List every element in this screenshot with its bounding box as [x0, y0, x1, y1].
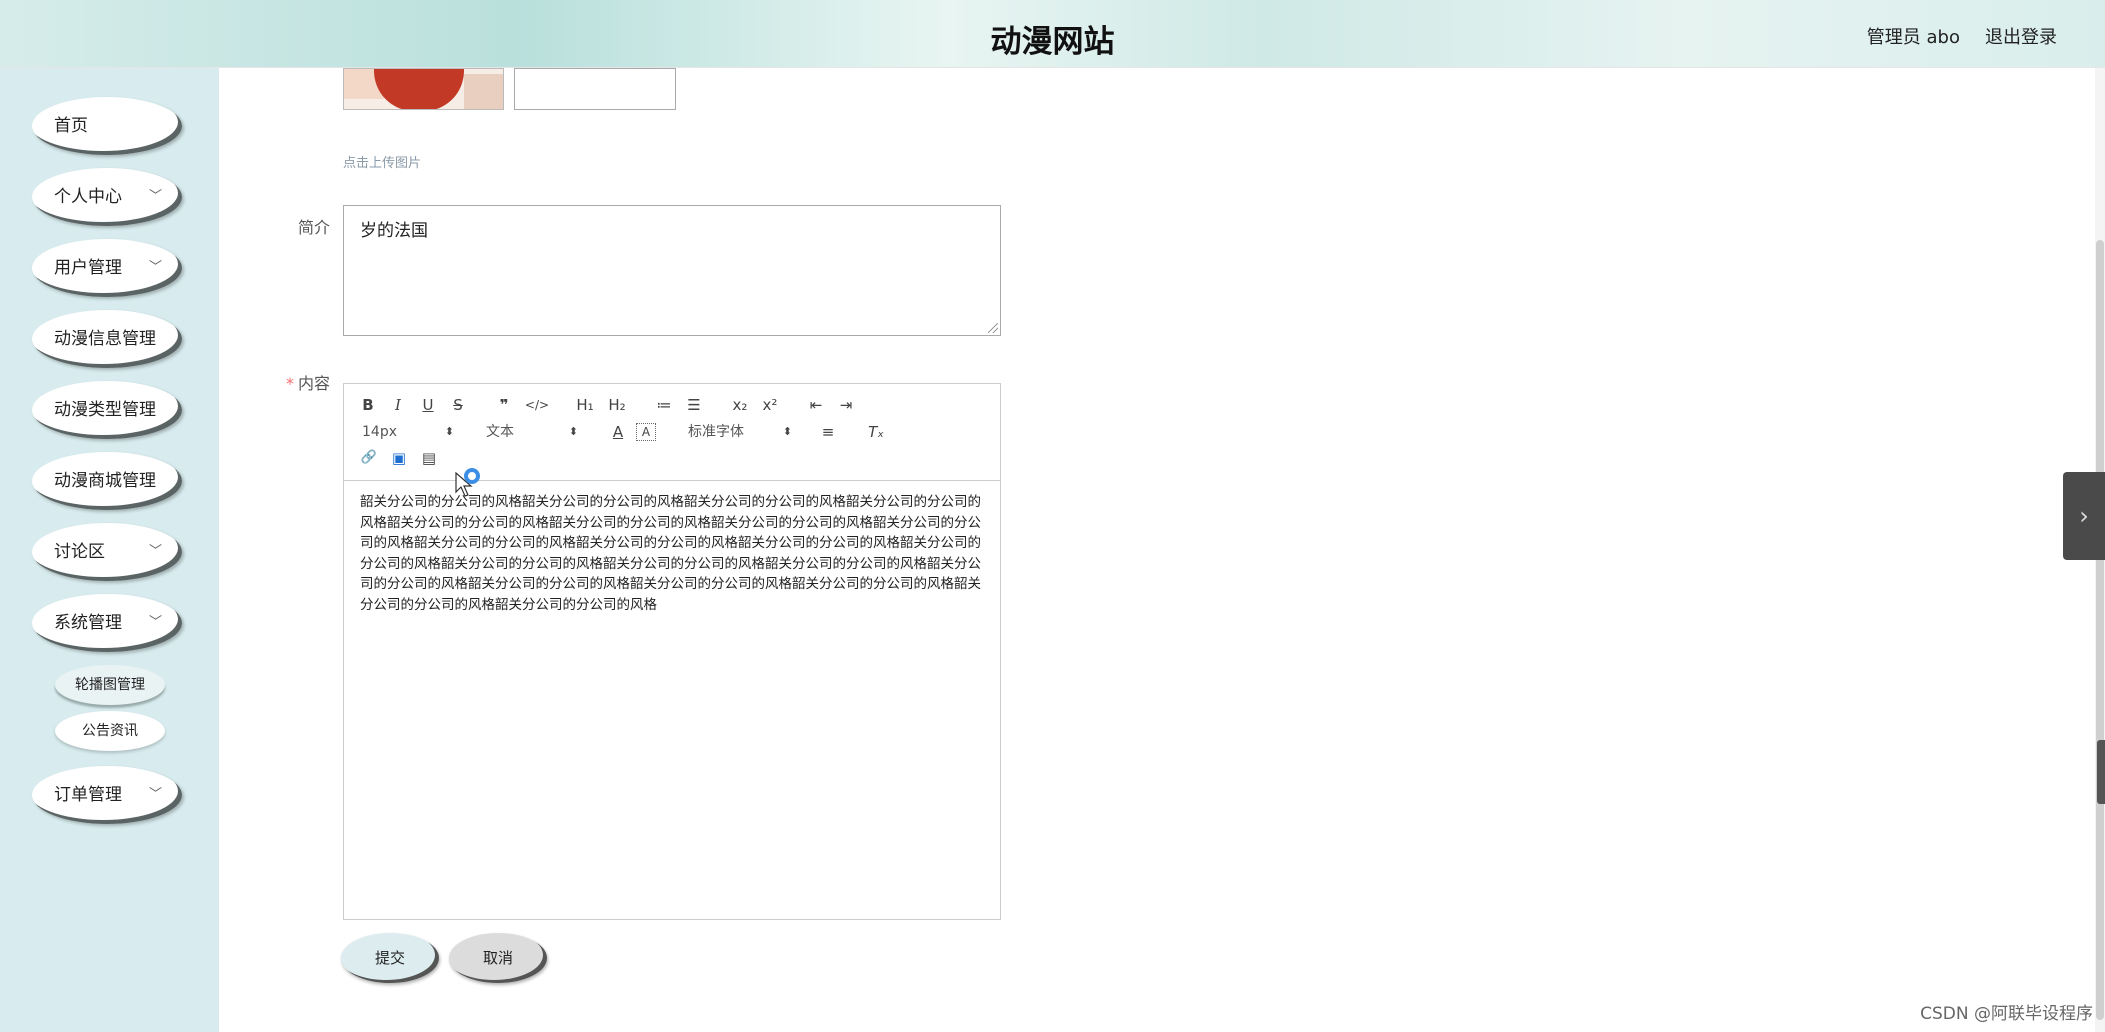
- italic-button[interactable]: I: [388, 394, 408, 416]
- quote-button[interactable]: ❞: [492, 394, 516, 416]
- font-family-value: 标准字体: [688, 424, 744, 440]
- sidebar-item-system-management[interactable]: 系统管理 ﹀: [32, 594, 182, 652]
- outdent-button[interactable]: ⇤: [804, 394, 828, 416]
- format-select[interactable]: 文本 ⬍: [486, 421, 578, 443]
- image-upload-box[interactable]: [514, 68, 676, 110]
- sidebar-item-label: 动漫商城管理: [54, 471, 156, 491]
- current-user: 管理员 abo: [1866, 27, 1960, 48]
- logout-link[interactable]: 退出登录: [1985, 23, 2057, 49]
- thumbnail-art: [374, 69, 464, 109]
- align-button[interactable]: ≡: [816, 421, 840, 443]
- background-color-button[interactable]: A: [636, 423, 656, 441]
- sidebar-subitem-announcement[interactable]: 公告资讯: [55, 711, 165, 751]
- sidebar-subitem-carousel[interactable]: 轮播图管理: [55, 665, 165, 705]
- sidebar-item-label: 用户管理: [54, 258, 122, 278]
- select-arrows-icon: ⬍: [782, 425, 792, 438]
- sidebar-item-personal-center[interactable]: 个人中心 ﹀: [32, 168, 182, 226]
- upload-hint: 点击上传图片: [343, 156, 422, 171]
- sidebar-item-anime-shop[interactable]: 动漫商城管理: [32, 452, 182, 510]
- expand-panel-tab[interactable]: ›: [2063, 472, 2105, 560]
- h2-button[interactable]: H₂: [604, 394, 630, 416]
- select-arrows-icon: ⬍: [444, 425, 454, 438]
- scrollbar-thumb[interactable]: [2096, 240, 2104, 1020]
- chevron-down-icon: ﹀: [148, 189, 162, 204]
- intro-textarea[interactable]: 岁的法国: [343, 205, 1001, 336]
- h1-button[interactable]: H₁: [572, 394, 598, 416]
- thumbnail-art: [464, 74, 503, 109]
- sidebar-item-forum[interactable]: 讨论区 ﹀: [32, 523, 182, 581]
- indent-button[interactable]: ⇥: [834, 394, 858, 416]
- superscript-button[interactable]: x²: [758, 394, 782, 416]
- chevron-down-icon: ﹀: [148, 544, 162, 559]
- code-button[interactable]: </>: [524, 394, 550, 416]
- editor-toolbar: B I U S ❞ </> H₁ H₂ ≔ ☰ x₂ x² ⇤ ⇥ 14px ⬍…: [344, 384, 1000, 481]
- sidebar-item-label: 动漫信息管理: [54, 329, 156, 349]
- uploaded-image-thumbnail[interactable]: [343, 68, 504, 110]
- sidebar-item-home[interactable]: 首页: [32, 97, 182, 155]
- font-family-select[interactable]: 标准字体 ⬍: [688, 421, 792, 443]
- underline-button[interactable]: U: [418, 394, 438, 416]
- bold-button[interactable]: B: [358, 394, 378, 416]
- chevron-down-icon: ﹀: [148, 260, 162, 275]
- intro-value: 岁的法国: [360, 221, 428, 241]
- submit-button[interactable]: 提交: [341, 933, 439, 983]
- chevron-down-icon: ﹀: [148, 787, 162, 802]
- sidebar-item-label: 动漫类型管理: [54, 400, 156, 420]
- loading-spinner-icon: [464, 468, 480, 484]
- font-color-button[interactable]: A: [608, 421, 628, 443]
- format-value: 文本: [486, 424, 514, 440]
- sidebar-item-order-management[interactable]: 订单管理 ﹀: [32, 766, 182, 824]
- sidebar-item-anime-type[interactable]: 动漫类型管理: [32, 381, 182, 439]
- edge-handle[interactable]: [2097, 740, 2105, 804]
- subscript-button[interactable]: x₂: [728, 394, 752, 416]
- strike-button[interactable]: S: [448, 394, 468, 416]
- sidebar-item-label: 首页: [54, 116, 88, 136]
- sidebar: 首页 个人中心 ﹀ 用户管理 ﹀ 动漫信息管理 动漫类型管理 动漫商城管理 讨论…: [0, 68, 219, 1032]
- bullet-list-button[interactable]: ☰: [682, 394, 706, 416]
- sidebar-item-label: 个人中心: [54, 187, 122, 207]
- intro-label: 简介: [297, 218, 330, 237]
- sidebar-item-user-management[interactable]: 用户管理 ﹀: [32, 239, 182, 297]
- site-title: 动漫网站: [990, 24, 1115, 60]
- editor-content[interactable]: 韶关分公司的分公司的风格韶关分公司的分公司的风格韶关分公司的分公司的风格韶关分公…: [360, 492, 990, 615]
- sidebar-item-label: 订单管理: [54, 785, 122, 805]
- link-icon[interactable]: 🔗: [358, 447, 380, 469]
- header: 动漫网站 管理员 abo 退出登录: [0, 0, 2105, 68]
- chevron-down-icon: ﹀: [148, 615, 162, 630]
- watermark: CSDN @阿联毕设程序: [1920, 1004, 2093, 1024]
- sidebar-item-label: 讨论区: [54, 542, 105, 562]
- cancel-button[interactable]: 取消: [449, 933, 547, 983]
- content-label: * 内容: [270, 370, 330, 394]
- sidebar-item-label: 系统管理: [54, 613, 122, 633]
- rich-text-editor: B I U S ❞ </> H₁ H₂ ≔ ☰ x₂ x² ⇤ ⇥ 14px ⬍…: [343, 383, 1001, 920]
- sidebar-item-anime-info[interactable]: 动漫信息管理: [32, 310, 182, 368]
- clean-format-button[interactable]: Tₓ: [864, 421, 888, 443]
- select-arrows-icon: ⬍: [568, 425, 578, 438]
- image-icon[interactable]: ▣: [388, 447, 410, 469]
- video-icon[interactable]: ▤: [418, 447, 440, 469]
- font-size-value: 14px: [362, 424, 397, 440]
- font-size-select[interactable]: 14px ⬍: [362, 421, 454, 443]
- ordered-list-button[interactable]: ≔: [652, 394, 676, 416]
- required-mark: *: [285, 374, 294, 393]
- content-label-text: 内容: [297, 374, 330, 393]
- resize-handle[interactable]: [988, 323, 998, 333]
